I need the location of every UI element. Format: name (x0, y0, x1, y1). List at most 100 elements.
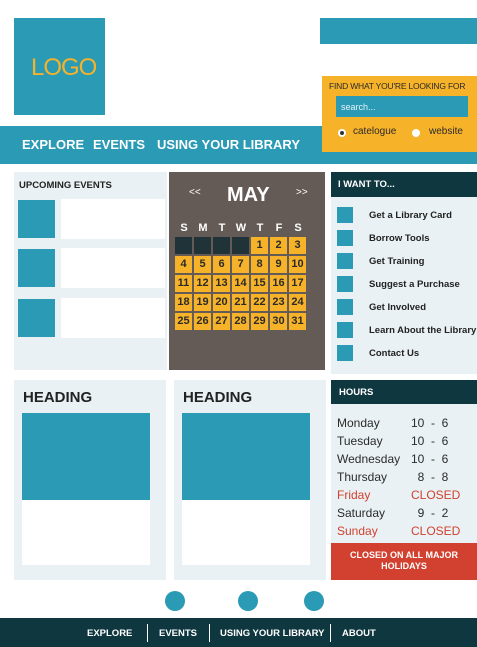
footer-nav: EXPLORE EVENTS USING YOUR LIBRARY ABOUT (0, 618, 477, 647)
want-item-icon[interactable] (337, 345, 353, 361)
event-text-box[interactable] (61, 248, 165, 288)
nav-events[interactable]: EVENTS (93, 137, 145, 152)
hours-panel: HOURS Monday 10 - 6 Tuesday 10 - 6 Wednesday… (331, 380, 477, 580)
calendar-day[interactable]: 4 (175, 256, 192, 273)
event-thumbnail[interactable] (18, 200, 55, 238)
calendar-day[interactable]: 2 (270, 237, 287, 254)
calendar-day[interactable]: 25 (175, 313, 192, 330)
calendar-day[interactable]: 14 (232, 275, 249, 292)
calendar-day[interactable]: 12 (194, 275, 211, 292)
holiday-notice: CLOSED ON ALL MAJOR HOLIDAYS (331, 543, 477, 580)
calendar-weekday-label: M (198, 222, 208, 234)
calendar-day[interactable]: 20 (213, 294, 230, 311)
calendar-day[interactable]: 19 (194, 294, 211, 311)
calendar-weekday-label: T (218, 222, 226, 234)
calendar-blank-cell (194, 237, 211, 254)
calendar-day[interactable]: 21 (232, 294, 249, 311)
want-item-link[interactable]: Get Training (369, 256, 424, 267)
radio-website-label[interactable]: website (429, 126, 463, 137)
calendar-day[interactable]: 22 (251, 294, 268, 311)
calendar-day[interactable]: 6 (213, 256, 230, 273)
event-thumbnail[interactable] (18, 299, 55, 337)
event-thumbnail[interactable] (18, 249, 55, 287)
hours-day: Wednesday (337, 452, 401, 466)
nav-explore[interactable]: EXPLORE (22, 137, 84, 152)
want-item-link[interactable]: Contact Us (369, 348, 419, 359)
hours-row: Sunday CLOSED (337, 524, 460, 538)
footer-link-using-your-library[interactable]: USING YOUR LIBRARY (220, 628, 325, 639)
logo[interactable]: LOGO (14, 18, 105, 115)
calendar-day[interactable]: 9 (270, 256, 287, 273)
calendar-day[interactable]: 30 (270, 313, 287, 330)
want-item-link[interactable]: Learn About the Library (369, 325, 476, 336)
calendar-day[interactable]: 1 (251, 237, 268, 254)
carousel-dot[interactable] (238, 591, 258, 611)
hours-time: 8 - 8 (411, 470, 449, 484)
hours-row: Saturday 9 - 2 (337, 506, 448, 520)
want-item-icon[interactable] (337, 299, 353, 315)
calendar-day[interactable]: 3 (289, 237, 306, 254)
want-item-link[interactable]: Get Involved (369, 302, 426, 313)
calendar-day[interactable]: 13 (213, 275, 230, 292)
hours-row: Friday CLOSED (337, 488, 460, 502)
want-item-icon[interactable] (337, 253, 353, 269)
calendar-widget: << MAY >> S M T W T F S 1 2 3 4 5 6 7 8 9 10 11 12 13 14 15 16… (169, 172, 325, 370)
calendar-day[interactable]: 29 (251, 313, 268, 330)
footer-link-explore[interactable]: EXPLORE (87, 628, 132, 639)
calendar-day[interactable]: 18 (175, 294, 192, 311)
nav-using-your-library[interactable]: USING YOUR LIBRARY (157, 137, 300, 152)
carousel-dot[interactable] (165, 591, 185, 611)
calendar-blank-cell (232, 237, 249, 254)
search-input[interactable] (336, 96, 468, 117)
footer-divider (209, 624, 210, 642)
hours-day: Friday (337, 488, 371, 502)
want-item-link[interactable]: Borrow Tools (369, 233, 430, 244)
calendar-day[interactable]: 8 (251, 256, 268, 273)
want-item-link[interactable]: Suggest a Purchase (369, 279, 460, 290)
calendar-day[interactable]: 28 (232, 313, 249, 330)
card-heading: HEADING (23, 389, 93, 406)
content-card: HEADING (174, 380, 326, 580)
footer-link-events[interactable]: EVENTS (159, 628, 197, 639)
calendar-day[interactable]: 23 (270, 294, 287, 311)
upcoming-events-panel: UPCOMING EVENTS (14, 172, 167, 370)
want-item-icon[interactable] (337, 230, 353, 246)
event-text-box[interactable] (61, 199, 165, 239)
calendar-prev-button[interactable]: << (189, 187, 201, 198)
card-image[interactable] (22, 413, 150, 500)
event-text-box[interactable] (61, 298, 165, 338)
calendar-next-button[interactable]: >> (296, 187, 308, 198)
calendar-day[interactable]: 7 (232, 256, 249, 273)
want-item-link[interactable]: Get a Library Card (369, 210, 452, 221)
calendar-day[interactable]: 16 (270, 275, 287, 292)
search-title: FIND WHAT YOU'RE LOOKING FOR (329, 81, 466, 91)
want-item-icon[interactable] (337, 276, 353, 292)
radio-website[interactable] (412, 129, 420, 137)
calendar-day[interactable]: 24 (289, 294, 306, 311)
carousel-dot[interactable] (304, 591, 324, 611)
footer-divider (330, 624, 331, 642)
radio-catelogue-label[interactable]: catelogue (353, 126, 396, 137)
i-want-to-panel: I WANT TO... Get a Library Card Borrow To… (331, 172, 477, 374)
hours-time: CLOSED (411, 524, 461, 538)
calendar-day[interactable]: 15 (251, 275, 268, 292)
calendar-day[interactable]: 27 (213, 313, 230, 330)
card-text-box (22, 500, 150, 565)
hours-title: HOURS (331, 380, 477, 404)
hours-day: Tuesday (337, 434, 383, 448)
calendar-day[interactable]: 26 (194, 313, 211, 330)
calendar-day[interactable]: 5 (194, 256, 211, 273)
want-item-icon[interactable] (337, 207, 353, 223)
hours-row: Monday 10 - 6 (337, 416, 448, 430)
calendar-day[interactable]: 31 (289, 313, 306, 330)
calendar-day[interactable]: 17 (289, 275, 306, 292)
calendar-weekday-label: S (294, 222, 302, 234)
radio-catelogue[interactable] (338, 129, 346, 137)
search-panel: FIND WHAT YOU'RE LOOKING FOR catelogue w… (322, 76, 477, 152)
calendar-day[interactable]: 10 (289, 256, 306, 273)
calendar-day[interactable]: 11 (175, 275, 192, 292)
card-image[interactable] (182, 413, 310, 500)
hours-time: 10 - 6 (411, 416, 449, 430)
footer-link-about[interactable]: ABOUT (342, 628, 376, 639)
want-item-icon[interactable] (337, 322, 353, 338)
